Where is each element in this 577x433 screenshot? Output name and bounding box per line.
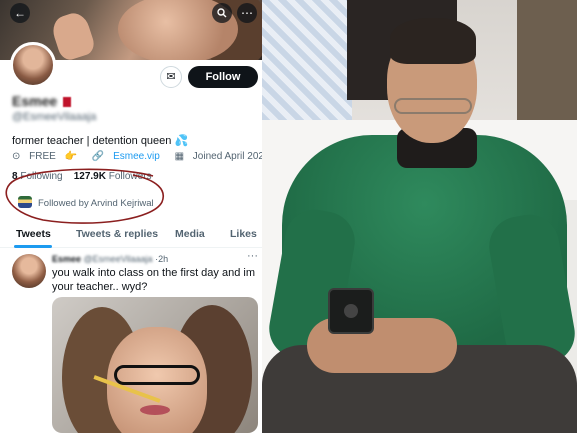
link-icon: 🔗: [91, 151, 105, 162]
profile-bio: former teacher | detention queen 💦: [12, 135, 189, 147]
follow-button[interactable]: Follow: [188, 66, 258, 88]
calendar-icon: ▦: [174, 151, 185, 162]
profile-meta: ⊙ FREE 👉 🔗 Esmee.vip ▦ Joined April 2022: [12, 151, 262, 162]
tweet-more-icon[interactable]: ···: [247, 250, 258, 262]
flag-emoji: [63, 97, 72, 107]
location-item: ⊙ FREE 👉: [12, 151, 78, 162]
website-item: 🔗 Esmee.vip: [92, 151, 166, 162]
tweet-time[interactable]: 2h: [158, 254, 168, 264]
pin-icon: ⊙: [12, 151, 21, 162]
sweat-droplets-icon: 💦: [174, 135, 189, 147]
tab-tweets-replies[interactable]: Tweets & replies: [76, 228, 158, 240]
following-stat[interactable]: 8 Following: [12, 171, 63, 182]
display-name: Esmee: [12, 93, 72, 109]
followed-by-row[interactable]: Followed by Arvind Kejriwal: [18, 196, 154, 209]
arrow-left-icon[interactable]: ←: [10, 3, 30, 23]
mutual-avatar: [18, 196, 32, 208]
smartphone: [328, 288, 374, 334]
pointing-hand-icon: 👉: [64, 151, 78, 162]
tweet-text: you walk into class on the first day and…: [52, 267, 255, 293]
envelope-icon: ✉: [166, 71, 176, 83]
active-tab-indicator: [14, 245, 52, 248]
followers-stat[interactable]: 127.9K Followers: [74, 171, 152, 182]
twitter-profile-screenshot: ← ⋯ ✉ Follow Esmee @EsmeeVilaaaja former…: [0, 0, 262, 433]
tab-tweets[interactable]: Tweets: [16, 228, 51, 240]
more-dots-icon[interactable]: ⋯: [237, 3, 257, 23]
website-link[interactable]: Esmee.vip: [113, 151, 160, 162]
search-icon[interactable]: [212, 3, 232, 23]
tweet-media-image[interactable]: [52, 297, 258, 433]
tab-likes[interactable]: Likes: [230, 228, 257, 240]
tweet-avatar[interactable]: [12, 254, 46, 288]
follow-stats: 8 Following 127.9K Followers: [12, 171, 152, 182]
profile-handle: @EsmeeVilaaaja: [12, 111, 97, 123]
profile-avatar[interactable]: [10, 42, 56, 88]
message-button[interactable]: ✉: [160, 66, 182, 88]
joined-item: ▦ Joined April 2022: [174, 151, 262, 162]
tab-media[interactable]: Media: [175, 228, 205, 240]
photo-man-with-phone: [262, 0, 577, 433]
tweet-header: Esmee @EsmeeVilaaaja ·2h: [52, 254, 169, 264]
